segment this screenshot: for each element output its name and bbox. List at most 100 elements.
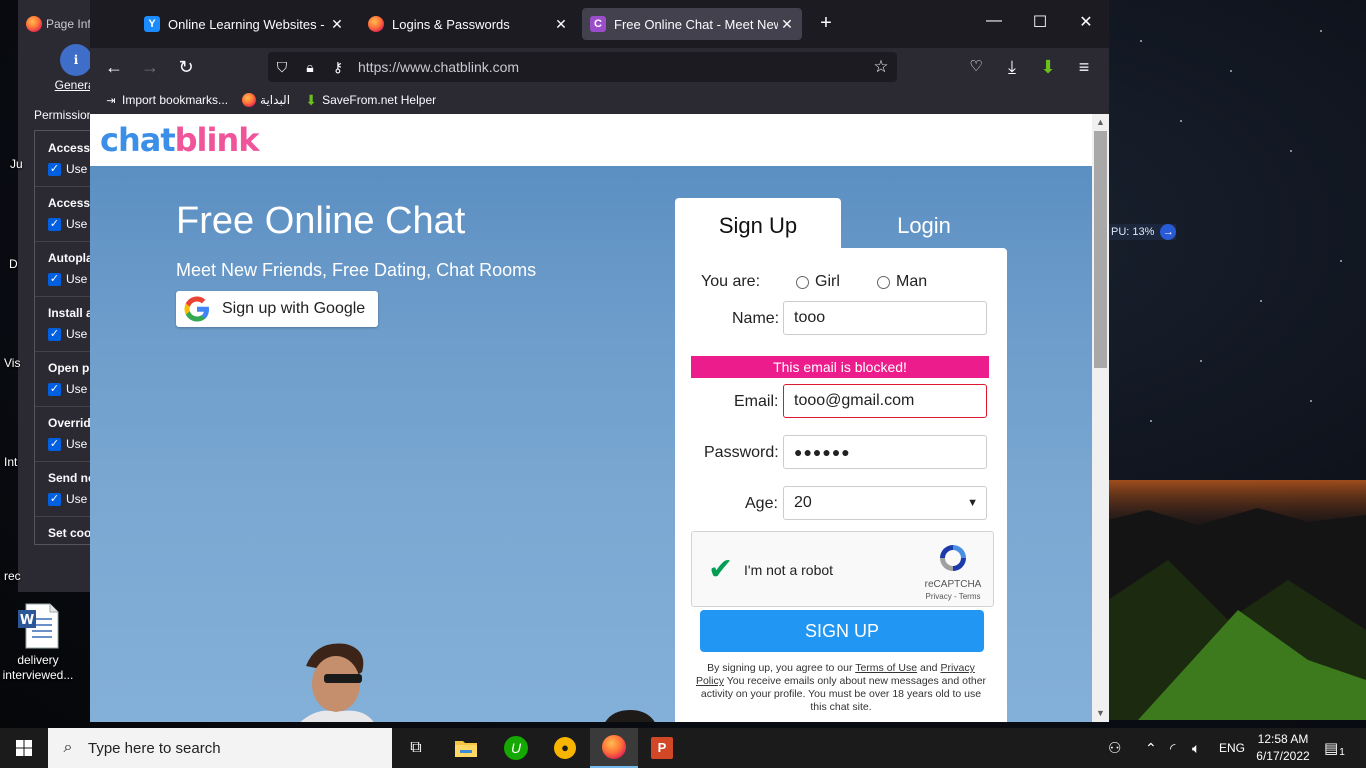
chatblink-logo[interactable]: chatblink	[100, 121, 260, 159]
google-signup-button[interactable]: Sign up with Google	[176, 291, 378, 327]
close-icon[interactable]: ✕	[552, 16, 570, 33]
scroll-down-icon[interactable]: ▼	[1092, 705, 1109, 722]
tab-bar: Y Online Learning Websites - Visy ✕ Logi…	[90, 0, 1109, 48]
sign-up-button[interactable]: SIGN UP	[700, 610, 984, 652]
password-label: Password:	[704, 444, 779, 461]
lock-icon[interactable]: 🔒︎	[296, 59, 324, 76]
permission-use-default[interactable]: ✓ Use	[48, 437, 87, 451]
taskbar-search[interactable]: ⌕ Type here to search	[48, 728, 392, 768]
hero-subtitle: Meet New Friends, Free Dating, Chat Room…	[176, 260, 537, 280]
forward-button[interactable]: →	[136, 55, 164, 79]
url-text[interactable]: https://www.chatblink.com	[358, 59, 865, 75]
recaptcha-widget[interactable]: ✔ I'm not a robot reCAPTCHA Privacy - Te…	[691, 531, 994, 607]
desktop-icon-label[interactable]: D	[9, 257, 18, 271]
menu-icon[interactable]: ≡	[1070, 55, 1098, 79]
email-field[interactable]: tooo@gmail.com	[783, 384, 987, 418]
vpn-app-button[interactable]: ●	[541, 728, 589, 768]
close-icon[interactable]: ✕	[778, 16, 796, 33]
permission-title: Access	[48, 196, 91, 210]
firefox-taskbar-button[interactable]	[590, 728, 638, 768]
checkmark-icon[interactable]: ✔	[708, 552, 733, 587]
language-indicator[interactable]: ENG	[1219, 728, 1245, 768]
task-view-button[interactable]: ⧉	[392, 728, 440, 768]
tab-free-online-chat[interactable]: C Free Online Chat - Meet New Fr ✕	[582, 8, 802, 40]
volume-icon[interactable]: 🔈︎	[1192, 728, 1200, 768]
upwork-app-button[interactable]: U	[492, 728, 540, 768]
people-icon[interactable]: ⚇	[1108, 728, 1121, 768]
download-icon[interactable]: ⤓	[998, 55, 1026, 79]
radio-girl[interactable]: Girl	[796, 273, 840, 291]
age-select[interactable]: 20 ▼	[783, 486, 987, 520]
recaptcha-icon	[940, 545, 966, 571]
scrollbar-thumb[interactable]	[1094, 131, 1107, 368]
checkbox-checked-icon[interactable]: ✓	[48, 327, 61, 341]
password-field[interactable]: ●●●●●●	[783, 435, 987, 469]
close-window-button[interactable]: ✕	[1063, 12, 1109, 32]
notification-count: 1	[1339, 746, 1345, 758]
powerpoint-taskbar-button[interactable]: P	[638, 728, 686, 768]
clock[interactable]: 12:58 AM 6/17/2022	[1248, 731, 1318, 765]
permission-title: Set coo	[48, 526, 92, 540]
bookmark-import[interactable]: ⇥ Import bookmarks...	[104, 93, 228, 107]
savefrom-extension-icon[interactable]: ⬇	[1034, 55, 1062, 79]
wifi-icon[interactable]: ◜	[1170, 728, 1175, 768]
bookmark-home[interactable]: البداية	[242, 93, 290, 107]
name-field[interactable]: tooo	[783, 301, 987, 335]
age-label: Age:	[745, 495, 778, 512]
arrow-right-icon[interactable]: →	[1160, 224, 1177, 240]
checkbox-checked-icon[interactable]: ✓	[48, 272, 61, 286]
firefox-icon	[26, 16, 42, 32]
firefox-icon	[242, 93, 257, 107]
permission-use-default[interactable]: ✓ Use	[48, 327, 87, 341]
radio-circle-icon[interactable]	[877, 275, 890, 289]
new-tab-button[interactable]: +	[814, 12, 838, 35]
name-label: Name:	[732, 310, 780, 327]
notification-center-button[interactable]: ▤ 1	[1324, 728, 1345, 768]
desktop-icon-label[interactable]: rec	[4, 569, 21, 583]
tab-logins-passwords[interactable]: Logins & Passwords ✕	[360, 8, 570, 40]
desktop-icon-label[interactable]: Vis	[4, 356, 20, 370]
permission-use-default[interactable]: ✓ Use	[48, 217, 87, 231]
permissions-tab[interactable]: Permission	[34, 108, 91, 122]
star-icon[interactable]: ☆	[865, 57, 897, 77]
checkbox-checked-icon[interactable]: ✓	[48, 162, 61, 176]
minimize-button[interactable]: —	[971, 12, 1017, 30]
desktop-icon-label[interactable]: Int	[4, 455, 17, 469]
permission-title: Install a	[48, 306, 92, 320]
key-icon[interactable]: ⚷	[324, 59, 352, 76]
checkbox-checked-icon[interactable]: ✓	[48, 492, 61, 506]
checkbox-checked-icon[interactable]: ✓	[48, 437, 61, 451]
permission-use-default[interactable]: ✓ Use	[48, 272, 87, 286]
recaptcha-links[interactable]: Privacy - Terms	[916, 592, 990, 601]
file-explorer-button[interactable]	[442, 728, 490, 768]
maximize-button[interactable]: ☐	[1017, 12, 1063, 32]
word-file-label[interactable]: delivery interviewed...	[0, 653, 76, 683]
tab-login[interactable]: Login	[841, 198, 1007, 248]
radio-circle-icon[interactable]	[796, 275, 809, 289]
general-tab[interactable]: i General	[46, 44, 91, 92]
permission-use-default[interactable]: ✓ Use	[48, 382, 87, 396]
url-bar[interactable]: ⛉ 🔒︎ ⚷ https://www.chatblink.com ☆	[268, 52, 897, 82]
pocket-icon[interactable]: ♡	[962, 55, 990, 79]
desktop-icon-label[interactable]: Ju	[10, 157, 23, 171]
permission-use-default[interactable]: ✓ Use	[48, 492, 87, 506]
cpu-usage-widget[interactable]: PU: 13% →	[1109, 224, 1177, 240]
chevron-up-icon[interactable]: ⌃	[1145, 728, 1157, 768]
permission-use-default[interactable]: ✓ Use	[48, 162, 87, 176]
shield-icon[interactable]: ⛉	[268, 59, 296, 76]
tab-sign-up[interactable]: Sign Up	[675, 198, 841, 248]
word-document-icon[interactable]: W	[16, 602, 60, 650]
checkbox-checked-icon[interactable]: ✓	[48, 382, 61, 396]
page-scrollbar[interactable]: ▲ ▼	[1092, 114, 1109, 722]
back-button[interactable]: ←	[100, 55, 128, 79]
start-button[interactable]	[0, 728, 48, 768]
bookmarks-toolbar: ⇥ Import bookmarks... البداية ⬇ SaveFrom…	[90, 86, 1109, 114]
reload-button[interactable]: ↻	[172, 55, 200, 79]
radio-man[interactable]: Man	[877, 273, 927, 291]
scroll-up-icon[interactable]: ▲	[1092, 114, 1109, 131]
terms-of-use-link[interactable]: Terms of Use	[855, 662, 917, 674]
bookmark-savefrom[interactable]: ⬇ SaveFrom.net Helper	[304, 92, 436, 108]
tab-online-learning[interactable]: Y Online Learning Websites - Visy ✕	[136, 8, 346, 40]
checkbox-checked-icon[interactable]: ✓	[48, 217, 61, 231]
close-icon[interactable]: ✕	[328, 16, 346, 33]
